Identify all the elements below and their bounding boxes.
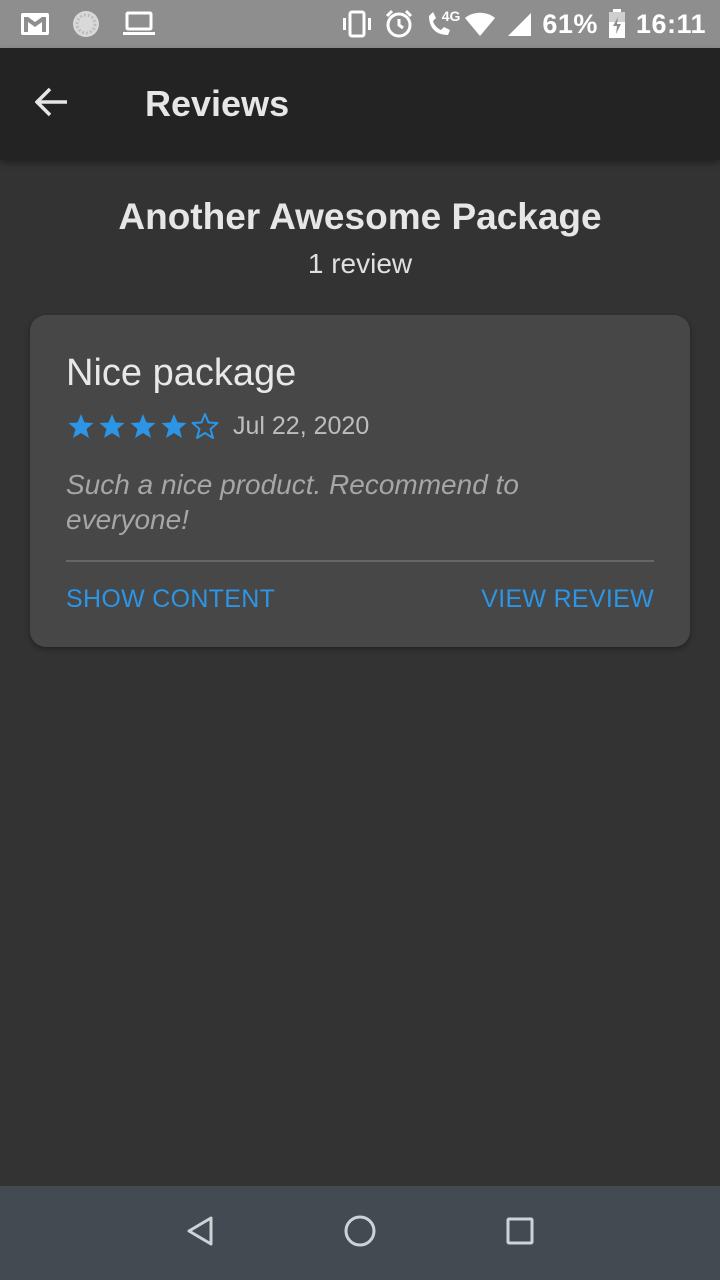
gmail-icon	[20, 12, 50, 36]
review-body: Such a nice product. Recommend to everyo…	[66, 469, 519, 535]
nav-recents-icon	[505, 1216, 535, 1251]
star-filled-icon	[66, 412, 96, 440]
star-filled-icon	[128, 412, 158, 440]
laptop-icon	[122, 11, 156, 37]
show-content-button[interactable]: SHOW CONTENT	[66, 585, 275, 614]
vibrate-icon	[340, 10, 374, 38]
nav-back-icon	[185, 1215, 215, 1252]
package-name: Another Awesome Package	[118, 196, 602, 237]
back-button[interactable]	[22, 74, 82, 134]
sync-icon	[72, 10, 100, 38]
review-card: Nice package Jul 22, 2020 Such a nice pr…	[30, 315, 690, 647]
volte-call-icon: 4G	[424, 8, 460, 38]
card-divider	[66, 560, 654, 562]
review-date: Jul 22, 2020	[233, 411, 370, 440]
arrow-back-icon	[34, 87, 69, 122]
page-title: Reviews	[145, 83, 290, 124]
nav-home-icon	[343, 1214, 377, 1253]
signal-icon	[506, 11, 532, 37]
card-actions: SHOW CONTENT VIEW REVIEW	[66, 585, 654, 614]
wifi-icon	[464, 11, 496, 37]
nav-home-button[interactable]	[330, 1203, 390, 1263]
star-outline-icon	[190, 412, 220, 440]
app-bar: Reviews	[0, 48, 720, 160]
star-rating	[66, 412, 221, 440]
nav-recents-button[interactable]	[490, 1203, 550, 1263]
package-header: Another Awesome Package 1 review	[0, 196, 720, 280]
battery-percent: 61%	[542, 8, 598, 39]
review-count: 1 review	[307, 248, 413, 279]
review-title: Nice package	[66, 352, 297, 394]
star-filled-icon	[159, 412, 189, 440]
rating-row: Jul 22, 2020	[66, 411, 654, 441]
status-bar-right: 4G 61% 16:11	[330, 0, 706, 48]
network-type-label: 4G	[441, 8, 461, 24]
alarm-icon	[384, 9, 414, 39]
status-bar-left	[20, 0, 178, 48]
nav-back-button[interactable]	[170, 1203, 230, 1263]
view-review-button[interactable]: VIEW REVIEW	[481, 585, 654, 614]
navigation-bar	[0, 1186, 720, 1280]
status-bar: 4G 61% 16:11	[0, 0, 720, 48]
star-filled-icon	[97, 412, 127, 440]
battery-charging-icon	[608, 9, 626, 39]
clock: 16:11	[635, 8, 706, 39]
